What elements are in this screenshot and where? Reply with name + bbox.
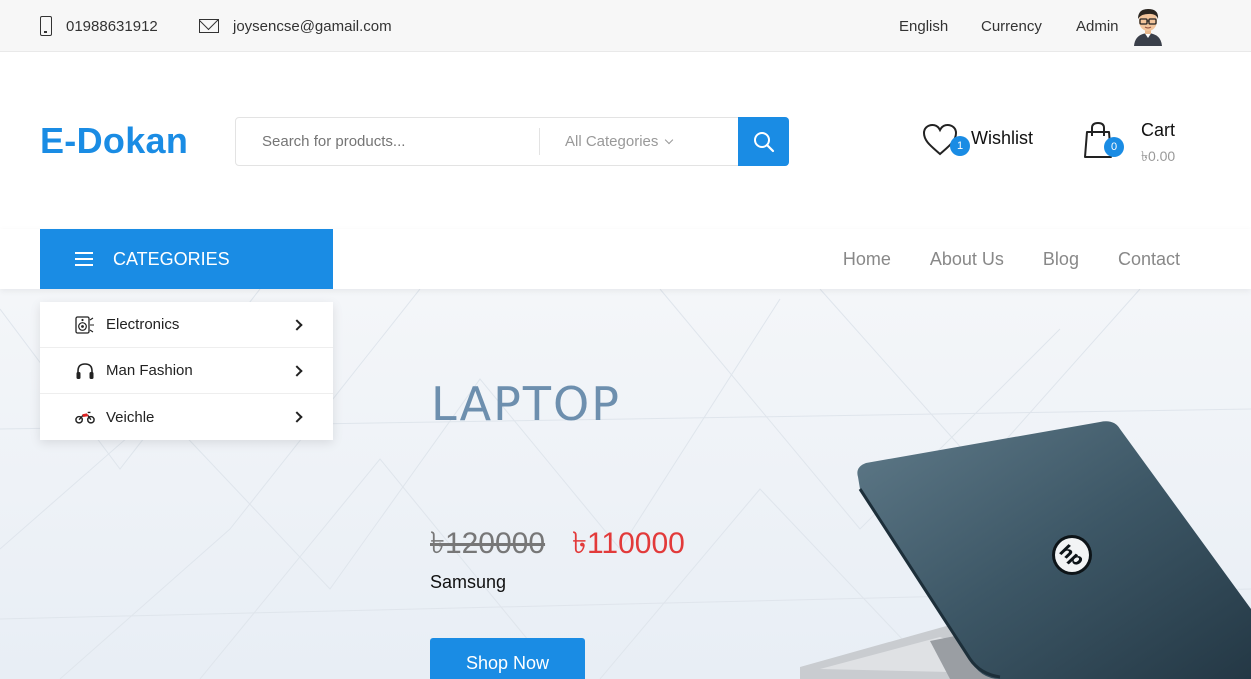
search-bar: All Categories [235,117,789,166]
category-item-electronics[interactable]: Electronics [40,302,333,348]
cart-text: Cart ৳0.00 [1141,120,1175,169]
chevron-down-icon [665,135,674,144]
mail-icon [199,19,219,33]
product-brand: Samsung [430,572,507,592]
chevron-right-icon [291,319,303,331]
motorbike-icon [75,408,95,426]
phone-contact: 01988631912 [40,0,158,52]
hero-title: LAPTOP [431,377,621,431]
categories-button[interactable]: CATEGORIES [40,229,333,289]
category-item-man-fashion[interactable]: Man Fashion [40,348,333,394]
wishlist-count-badge: 1 [950,136,970,156]
search-button[interactable] [738,117,789,166]
top-bar: 01988631912 joysencse@gamail.com English… [0,0,1251,52]
search-icon [753,131,774,152]
category-item-veichle[interactable]: Veichle [40,394,333,440]
laptop-image: hp [800,421,1251,679]
original-price: ৳120000 [430,527,546,560]
cart-icon-wrap: 0 [1083,120,1124,160]
category-label: Man Fashion [106,362,193,379]
wishlist-link[interactable]: 1 Wishlist [921,122,1033,158]
currency-selector[interactable]: Currency [981,0,1042,52]
cart-total: ৳0.00 [1141,148,1176,164]
nav-home[interactable]: Home [843,249,891,270]
nav-blog[interactable]: Blog [1043,249,1079,270]
headphones-icon [75,362,95,380]
category-select-label: All Categories [565,133,659,150]
site-logo[interactable]: E-Dokan [40,120,188,162]
cart-link[interactable]: 0 Cart ৳0.00 [1083,120,1175,169]
chevron-right-icon [291,365,303,377]
category-label: Electronics [106,316,180,333]
chevron-right-icon [291,411,303,423]
nav-links: Home About Us Blog Contact [804,229,1180,289]
search-input[interactable] [236,118,539,165]
wishlist-icon-wrap: 1 [921,122,970,158]
wishlist-label: Wishlist [971,127,1033,148]
avatar [1133,9,1162,46]
email-address: joysencse@gamail.com [233,17,392,35]
email-contact: joysencse@gamail.com [199,0,392,52]
shop-now-button[interactable]: Shop Now [430,638,585,679]
cart-label: Cart [1141,120,1176,140]
categories-menu: Electronics Man Fashion Veichle [40,302,333,440]
cart-count-badge: 0 [1104,137,1124,157]
speaker-icon [75,315,95,334]
phone-number: 01988631912 [66,17,158,35]
category-select[interactable]: All Categories [540,118,740,165]
sale-price: ৳110000 [572,527,685,560]
phone-icon [40,16,52,36]
language-selector[interactable]: English [899,0,948,52]
nav-about-us[interactable]: About Us [930,249,1004,270]
nav-contact[interactable]: Contact [1118,249,1180,270]
category-label: Veichle [106,408,155,426]
categories-label: CATEGORIES [113,248,230,269]
hamburger-menu-icon [75,252,93,266]
admin-account[interactable]: Admin [1076,0,1165,52]
admin-label: Admin [1076,17,1119,35]
main-navbar: CATEGORIES Home About Us Blog Contact [0,229,1251,289]
